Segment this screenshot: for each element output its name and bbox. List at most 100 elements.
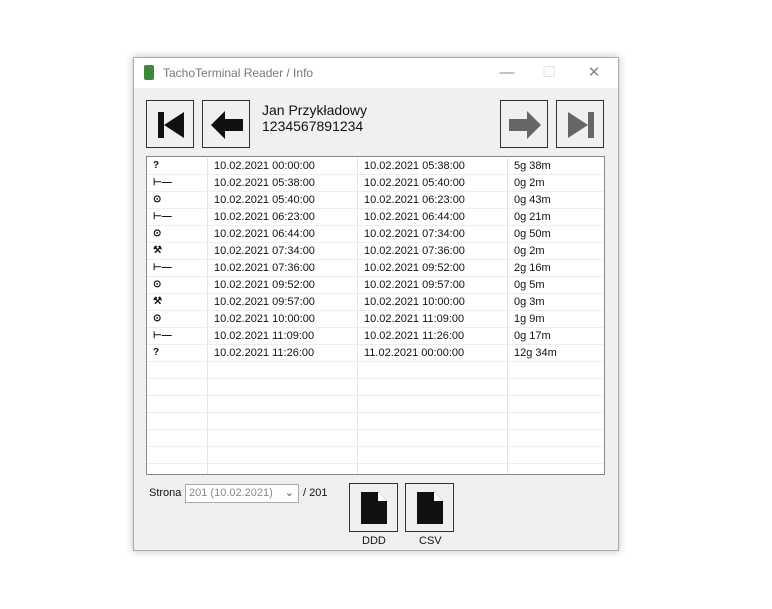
work-icon: ⚒ — [147, 294, 208, 310]
table-row[interactable]: ⊙ 10.02.2021 06:44:00 10.02.2021 07:34:00 0… — [147, 226, 604, 243]
page-select-value: 201 (10.02.2021) — [189, 487, 273, 499]
rest-icon: ⊢— — [147, 209, 208, 225]
empty-cell — [508, 430, 604, 446]
empty-cell — [508, 379, 604, 395]
end-cell: 10.02.2021 09:52:00 — [358, 260, 508, 276]
duration-cell: 0g 2m — [514, 177, 545, 189]
export-ddd-button[interactable] — [349, 483, 398, 532]
start-cell: 10.02.2021 09:57:00 — [208, 294, 358, 310]
title-bar: TachoTerminal Reader / Info — ☐ ✕ — [134, 58, 618, 88]
export-csv-button[interactable] — [405, 483, 454, 532]
table-row[interactable]: ⊢— 10.02.2021 11:09:00 10.02.2021 11:26:00… — [147, 328, 604, 345]
page-select[interactable]: 201 (10.02.2021) ⌄ — [185, 484, 299, 503]
empty-row — [147, 396, 604, 413]
table-row[interactable]: ⚒ 10.02.2021 09:57:00 10.02.2021 10:00:00 0… — [147, 294, 604, 311]
empty-cell — [147, 430, 208, 446]
start-cell: 10.02.2021 10:00:00 — [208, 311, 358, 327]
start-cell: 10.02.2021 07:36:00 — [208, 260, 358, 276]
duration-cell: 1g 9m — [514, 313, 545, 325]
table-row[interactable]: ⚒ 10.02.2021 07:34:00 10.02.2021 07:36:00 0… — [147, 243, 604, 260]
start-cell: 10.02.2021 00:00:00 — [208, 158, 358, 174]
table-row[interactable]: ⊢— 10.02.2021 06:23:00 10.02.2021 06:44:00… — [147, 209, 604, 226]
start-cell: 10.02.2021 05:40:00 — [208, 192, 358, 208]
start-cell: 10.02.2021 06:23:00 — [208, 209, 358, 225]
empty-cell — [358, 447, 508, 463]
unknown-icon: ? — [147, 345, 208, 361]
table-row[interactable]: ⊢— 10.02.2021 07:36:00 10.02.2021 09:52:00… — [147, 260, 604, 277]
first-page-button[interactable] — [146, 100, 194, 148]
empty-row — [147, 430, 604, 447]
empty-cell — [208, 430, 358, 446]
end-cell: 10.02.2021 11:09:00 — [358, 311, 508, 327]
empty-cell — [358, 396, 508, 412]
empty-cell — [208, 464, 358, 474]
next-page-button[interactable] — [500, 100, 548, 148]
table-row[interactable]: ? 10.02.2021 00:00:00 10.02.2021 05:38:00 5… — [147, 158, 604, 175]
duration-cell: 0g 2m — [514, 245, 545, 257]
empty-cell — [208, 362, 358, 378]
card-number: 1234567891234 — [262, 118, 364, 134]
empty-cell — [508, 396, 604, 412]
empty-row — [147, 447, 604, 464]
start-cell: 10.02.2021 06:44:00 — [208, 226, 358, 242]
empty-cell — [208, 413, 358, 429]
start-cell: 10.02.2021 11:26:00 — [208, 345, 358, 361]
minimize-button[interactable]: — — [492, 62, 522, 84]
table-row[interactable]: ⊢— 10.02.2021 05:38:00 10.02.2021 05:40:00… — [147, 175, 604, 192]
activity-table[interactable]: ? 10.02.2021 00:00:00 10.02.2021 05:38:00 5… — [146, 156, 605, 475]
end-cell: 10.02.2021 11:26:00 — [358, 328, 508, 344]
driver-info: Jan Przykładowy 1234567891234 — [262, 102, 367, 134]
end-cell: 10.02.2021 05:38:00 — [358, 158, 508, 174]
driving-icon: ⊙ — [147, 311, 208, 327]
work-icon: ⚒ — [147, 243, 208, 259]
table-row[interactable]: ⊙ 10.02.2021 05:40:00 10.02.2021 06:23:00 0… — [147, 192, 604, 209]
prev-page-button[interactable] — [202, 100, 250, 148]
file-icon — [417, 492, 443, 524]
empty-cell — [147, 447, 208, 463]
duration-cell: 0g 43m — [514, 194, 551, 206]
empty-cell — [508, 464, 604, 474]
rest-icon: ⊢— — [147, 175, 208, 191]
empty-row — [147, 413, 604, 430]
table-row[interactable]: ⊙ 10.02.2021 09:52:00 10.02.2021 09:57:00 0… — [147, 277, 604, 294]
empty-cell — [508, 447, 604, 463]
empty-cell — [208, 447, 358, 463]
table-row[interactable]: ⊙ 10.02.2021 10:00:00 10.02.2021 11:09:00 1… — [147, 311, 604, 328]
last-page-button[interactable] — [556, 100, 604, 148]
empty-cell — [358, 413, 508, 429]
end-cell: 10.02.2021 07:34:00 — [358, 226, 508, 242]
empty-cell — [508, 413, 604, 429]
rest-icon: ⊢— — [147, 328, 208, 344]
duration-cell: 0g 5m — [514, 279, 545, 291]
duration-cell: 5g 38m — [514, 160, 551, 172]
start-cell: 10.02.2021 05:38:00 — [208, 175, 358, 191]
end-cell: 10.02.2021 07:36:00 — [358, 243, 508, 259]
rest-icon: ⊢— — [147, 260, 208, 276]
ddd-label: DDD — [362, 535, 386, 547]
app-window: TachoTerminal Reader / Info — ☐ ✕ Jan Pr… — [133, 57, 619, 551]
driving-icon: ⊙ — [147, 192, 208, 208]
close-button[interactable]: ✕ — [579, 62, 609, 84]
end-cell: 10.02.2021 06:23:00 — [358, 192, 508, 208]
end-cell: 11.02.2021 00:00:00 — [358, 345, 508, 361]
driving-icon: ⊙ — [147, 277, 208, 293]
start-cell: 10.02.2021 11:09:00 — [208, 328, 358, 344]
empty-cell — [358, 379, 508, 395]
duration-cell: 0g 3m — [514, 296, 545, 308]
empty-row — [147, 379, 604, 396]
empty-cell — [508, 362, 604, 378]
duration-cell: 2g 16m — [514, 262, 551, 274]
empty-cell — [147, 362, 208, 378]
table-row[interactable]: ? 10.02.2021 11:26:00 11.02.2021 00:00:00 1… — [147, 345, 604, 362]
csv-label: CSV — [419, 535, 442, 547]
chevron-down-icon: ⌄ — [284, 487, 294, 499]
maximize-button[interactable]: ☐ — [534, 62, 564, 84]
duration-cell: 0g 17m — [514, 330, 551, 342]
empty-cell — [147, 464, 208, 474]
empty-cell — [147, 413, 208, 429]
arrow-left-icon — [211, 111, 243, 139]
empty-row — [147, 362, 604, 379]
empty-cell — [147, 379, 208, 395]
page-total: / 201 — [303, 487, 328, 499]
window-title: TachoTerminal Reader / Info — [163, 66, 314, 80]
